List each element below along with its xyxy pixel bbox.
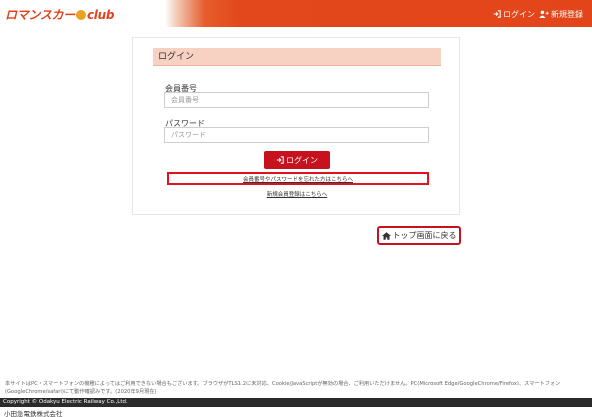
forgot-credentials-link[interactable]: 会員番号やパスワードを忘れた方はこちらへ: [243, 175, 353, 183]
logo-suffix: club: [86, 8, 115, 22]
back-to-top-label: トップ画面に戻る: [392, 231, 457, 240]
member-number-placeholder: 会員番号: [171, 96, 199, 104]
member-number-input[interactable]: 会員番号: [164, 92, 429, 108]
company-name: 小田急電鉄株式会社: [4, 410, 63, 417]
header-register-label: 新規登録: [551, 9, 583, 19]
user-plus-icon: [539, 10, 549, 18]
sign-in-icon: [493, 10, 501, 18]
header-register-link[interactable]: 新規登録: [539, 8, 583, 20]
header-login-link[interactable]: ログイン: [493, 8, 535, 20]
sign-in-icon: [276, 156, 284, 164]
login-card-title: ログイン: [153, 48, 441, 66]
header-login-label: ログイン: [503, 9, 535, 19]
password-placeholder: パスワード: [171, 131, 206, 139]
back-to-top-button[interactable]: トップ画面に戻る: [377, 226, 461, 245]
new-member-register-link[interactable]: 新規会員登録はこちらへ: [133, 190, 461, 198]
login-button-label: ログイン: [286, 155, 318, 165]
login-button[interactable]: ログイン: [264, 151, 330, 169]
logo-circle-icon: [75, 10, 86, 20]
home-icon: [381, 231, 391, 240]
login-card: ログイン 会員番号 会員番号 パスワード パスワード ログイン 会員番号やパスワ…: [132, 37, 460, 215]
logo-text: ロマンスカー: [5, 8, 75, 22]
copyright-bar: Copyright © Odakyu Electric Railway Co.,…: [0, 398, 592, 407]
romancecar-club-logo[interactable]: ロマンスカー club: [5, 6, 115, 22]
site-header: ロマンスカー club ログイン 新規登録: [0, 0, 592, 27]
compatibility-notice: 本サイトはPC・スマートフォンの機種によってはご利用できない場合もございます。ブ…: [5, 381, 561, 395]
password-input[interactable]: パスワード: [164, 127, 429, 143]
forgot-credentials-highlight: 会員番号やパスワードを忘れた方はこちらへ: [167, 172, 429, 185]
